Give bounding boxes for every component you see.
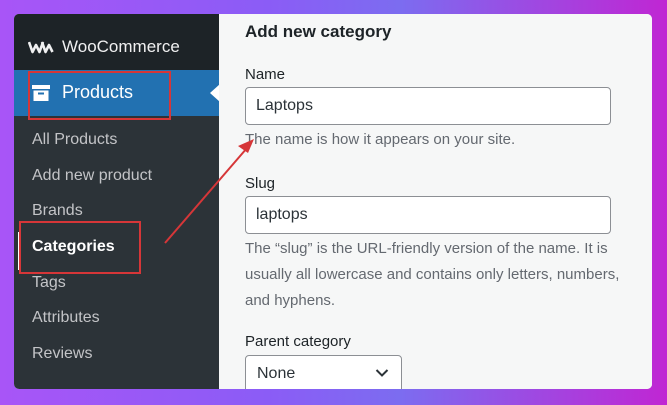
woocommerce-label: WooCommerce [62,37,180,56]
slug-label: Slug [245,175,276,192]
woocommerce-logo-icon [28,41,54,54]
submenu-all-products[interactable]: All Products [32,131,117,149]
woocommerce-menu[interactable]: WooCommerce [14,14,219,70]
parent-category-value: None [257,365,296,382]
screenshot-frame: WooCommerce Products All Products Add ne… [14,14,652,389]
slug-help-text: The “slug” is the URL-friendly version o… [245,240,620,309]
parent-category-label: Parent category [245,333,351,350]
submenu-tags[interactable]: Tags [32,274,66,292]
name-label: Name [245,66,286,83]
name-input[interactable] [245,87,611,125]
submenu-add-new-product[interactable]: Add new product [32,167,152,185]
parent-category-select[interactable]: None [245,355,402,389]
slug-input[interactable] [245,196,611,234]
admin-sidebar: WooCommerce Products All Products Add ne… [14,14,220,389]
chevron-down-icon [375,369,389,377]
main-content: Add new category Name The name is how it… [219,14,652,389]
form-title: Add new category [245,22,392,41]
name-help-text: The name is how it appears on your site. [245,131,516,148]
submenu-brands[interactable]: Brands [32,202,83,220]
submenu-reviews[interactable]: Reviews [32,345,92,363]
submenu-attributes[interactable]: Attributes [32,309,100,327]
products-highlight-box [28,71,171,120]
categories-highlight-box [19,221,141,274]
